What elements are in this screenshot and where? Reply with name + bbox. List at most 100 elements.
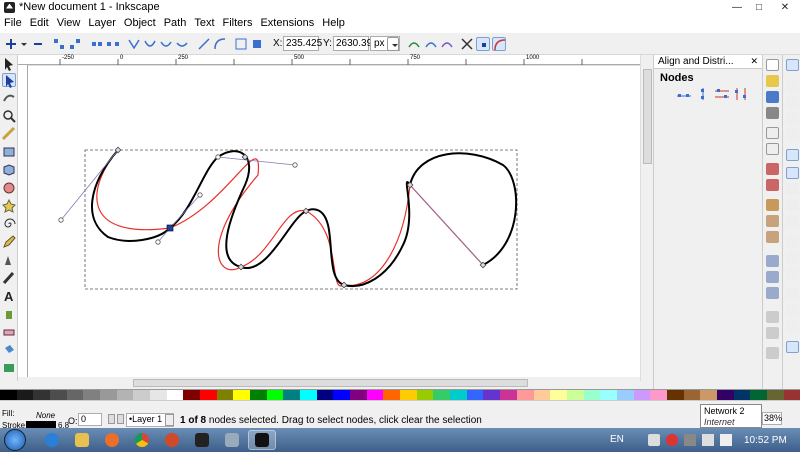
- dropdown-arrow-icon[interactable]: [17, 37, 31, 51]
- duplicate-icon[interactable]: [766, 311, 779, 323]
- maximize-button[interactable]: □: [748, 0, 770, 14]
- export-icon[interactable]: [766, 143, 779, 155]
- snap-intersections-icon[interactable]: [786, 183, 799, 195]
- eraser-tool-icon[interactable]: [2, 325, 16, 339]
- close-button[interactable]: ✕: [770, 0, 800, 14]
- import-icon[interactable]: [766, 127, 779, 139]
- cut-icon[interactable]: [766, 215, 779, 227]
- menu-help[interactable]: Help: [318, 16, 349, 33]
- x-coordinate-input[interactable]: 235.425: [283, 36, 322, 51]
- horizontal-scrollbar[interactable]: [18, 377, 640, 389]
- undo-icon[interactable]: [766, 163, 779, 175]
- menu-filters[interactable]: Filters: [219, 16, 257, 33]
- spiral-tool-icon[interactable]: [2, 217, 16, 231]
- paste-icon[interactable]: [766, 231, 779, 243]
- object-to-path-icon[interactable]: [234, 37, 248, 51]
- join-nodes-icon[interactable]: [52, 37, 66, 51]
- 3d-box-tool-icon[interactable]: [2, 163, 16, 177]
- menu-extensions[interactable]: Extensions: [256, 16, 318, 33]
- snap-smooth-nodes-icon[interactable]: [786, 215, 799, 227]
- snap-nodes-icon[interactable]: [786, 149, 799, 161]
- bezier-handle[interactable]: [58, 217, 64, 223]
- volume-icon[interactable]: [720, 434, 732, 446]
- menu-layer[interactable]: Layer: [84, 16, 120, 33]
- taskbar-app-explorer[interactable]: [68, 430, 96, 450]
- delete-node-icon[interactable]: [31, 37, 45, 51]
- node-tool-icon[interactable]: [2, 73, 16, 88]
- insert-node-icon[interactable]: [4, 37, 18, 51]
- path-node[interactable]: [237, 263, 245, 271]
- taskbar-app-media[interactable]: [158, 430, 186, 450]
- menu-view[interactable]: View: [53, 16, 85, 33]
- menu-file[interactable]: File: [0, 16, 26, 33]
- taskbar-app-settings[interactable]: [218, 430, 246, 450]
- snap-centers-icon[interactable]: [786, 251, 799, 263]
- snap-bbox-corners-icon[interactable]: [786, 113, 799, 125]
- snap-grids-icon[interactable]: [786, 305, 799, 317]
- segment-curve-icon[interactable]: [213, 37, 227, 51]
- menu-edit[interactable]: Edit: [26, 16, 53, 33]
- drawing[interactable]: [28, 65, 640, 377]
- network-icon[interactable]: [684, 434, 696, 446]
- snap-guides-icon[interactable]: [786, 321, 799, 333]
- unit-dropdown-icon[interactable]: [387, 37, 399, 51]
- vertical-scroll-thumb[interactable]: [643, 69, 652, 164]
- break-path-icon[interactable]: [68, 37, 82, 51]
- snap-bbox-edges-icon[interactable]: [786, 97, 799, 109]
- y-coordinate-input[interactable]: 2630.39: [333, 36, 372, 51]
- text-tool-icon[interactable]: A: [2, 289, 16, 304]
- security-icon[interactable]: [666, 434, 678, 446]
- snap-cusp-nodes-icon[interactable]: [786, 199, 799, 211]
- save-icon[interactable]: [766, 91, 779, 103]
- clone-icon[interactable]: [766, 327, 779, 339]
- open-icon[interactable]: [766, 75, 779, 87]
- bezier-handle[interactable]: [155, 239, 161, 245]
- layer-visibility-icon[interactable]: [108, 414, 115, 424]
- layer-lock-icon[interactable]: [117, 414, 124, 424]
- menu-path[interactable]: Path: [160, 16, 191, 33]
- taskbar-app-ie[interactable]: [38, 430, 66, 450]
- show-outline-icon[interactable]: [492, 37, 506, 51]
- redo-icon[interactable]: [766, 179, 779, 191]
- clock[interactable]: 10:52 PM: [744, 435, 787, 446]
- paint-bucket-tool-icon[interactable]: [2, 343, 16, 357]
- spray-tool-icon[interactable]: [2, 307, 16, 321]
- segment-line-icon[interactable]: [197, 37, 211, 51]
- join-segment-icon[interactable]: [90, 37, 104, 51]
- bezier-handle[interactable]: [197, 192, 203, 198]
- taskbar-app-movie[interactable]: [188, 430, 216, 450]
- clip-path-icon[interactable]: [424, 37, 438, 51]
- selected-node[interactable]: [166, 224, 174, 232]
- align-nodes-horizontal-icon[interactable]: [676, 87, 692, 101]
- color-palette[interactable]: [0, 389, 800, 401]
- zoom-page-icon[interactable]: [766, 287, 779, 299]
- star-tool-icon[interactable]: [2, 198, 16, 213]
- delete-segment-icon[interactable]: [106, 37, 120, 51]
- tweak-tool-icon[interactable]: [2, 91, 16, 105]
- start-button[interactable]: [4, 429, 26, 451]
- bezier-handle[interactable]: [215, 154, 221, 160]
- make-smooth-icon[interactable]: [143, 37, 157, 51]
- print-icon[interactable]: [766, 107, 779, 119]
- mask-icon[interactable]: [440, 37, 454, 51]
- next-path-effect-icon[interactable]: [407, 37, 421, 51]
- pen-tool-icon[interactable]: [2, 253, 16, 267]
- zoom-drawing-icon[interactable]: [766, 271, 779, 283]
- snap-rotation-center-icon[interactable]: [786, 267, 799, 279]
- layer-dropdown-icon[interactable]: [165, 414, 174, 426]
- align-distribute-tab[interactable]: Align and Distri... ✕: [654, 55, 762, 69]
- gradient-tool-icon[interactable]: [2, 361, 16, 375]
- group-icon[interactable]: [766, 347, 779, 359]
- show-handles-icon[interactable]: [476, 37, 490, 51]
- close-icon[interactable]: ✕: [750, 56, 758, 67]
- rectangle-tool-icon[interactable]: [2, 145, 16, 159]
- snap-paths-icon[interactable]: [786, 167, 799, 179]
- zoom-selection-icon[interactable]: [766, 255, 779, 267]
- zoom-input[interactable]: 38%: [762, 412, 782, 425]
- pencil-tool-icon[interactable]: [2, 235, 16, 249]
- zoom-tool-icon[interactable]: [2, 109, 16, 123]
- transform-handles-icon[interactable]: [460, 37, 474, 51]
- enable-snapping-icon[interactable]: [786, 59, 799, 71]
- drawing-canvas[interactable]: [28, 65, 640, 377]
- language-indicator[interactable]: EN: [610, 434, 624, 445]
